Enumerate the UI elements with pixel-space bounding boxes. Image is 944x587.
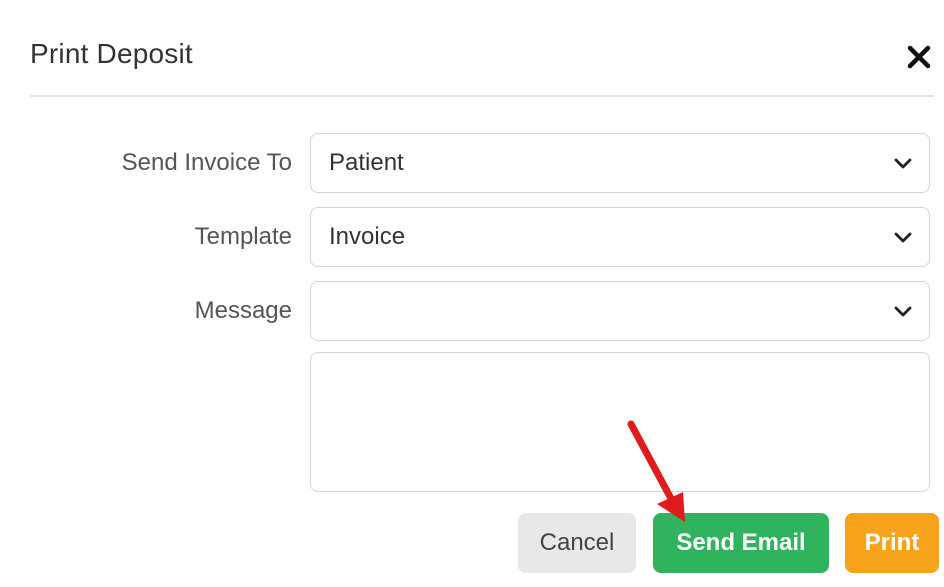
page: Print Deposit Send Invoice To Patient Te… <box>0 0 944 587</box>
chevron-down-icon <box>894 232 912 243</box>
send-invoice-to-label: Send Invoice To <box>121 149 292 176</box>
send-invoice-to-row: Send Invoice To Patient <box>0 133 944 195</box>
template-row: Template Invoice <box>0 207 944 269</box>
cancel-button[interactable]: Cancel <box>518 513 636 573</box>
send-invoice-to-value: Patient <box>329 149 404 176</box>
message-textarea[interactable] <box>310 352 930 492</box>
dialog-header: Print Deposit <box>30 30 934 97</box>
send-invoice-to-select[interactable]: Patient <box>310 133 930 193</box>
send-email-button[interactable]: Send Email <box>653 513 829 573</box>
chevron-down-icon <box>894 306 912 317</box>
close-button[interactable] <box>904 42 934 72</box>
dialog-title: Print Deposit <box>30 38 193 69</box>
chevron-down-icon <box>894 158 912 169</box>
message-row: Message <box>0 281 944 343</box>
template-label: Template <box>194 223 292 250</box>
message-select[interactable] <box>310 281 930 341</box>
close-icon <box>907 45 931 69</box>
template-select[interactable]: Invoice <box>310 207 930 267</box>
template-value: Invoice <box>329 223 406 250</box>
print-deposit-dialog: Print Deposit Send Invoice To Patient Te… <box>0 0 944 587</box>
print-button[interactable]: Print <box>845 513 939 573</box>
message-label: Message <box>194 297 292 324</box>
